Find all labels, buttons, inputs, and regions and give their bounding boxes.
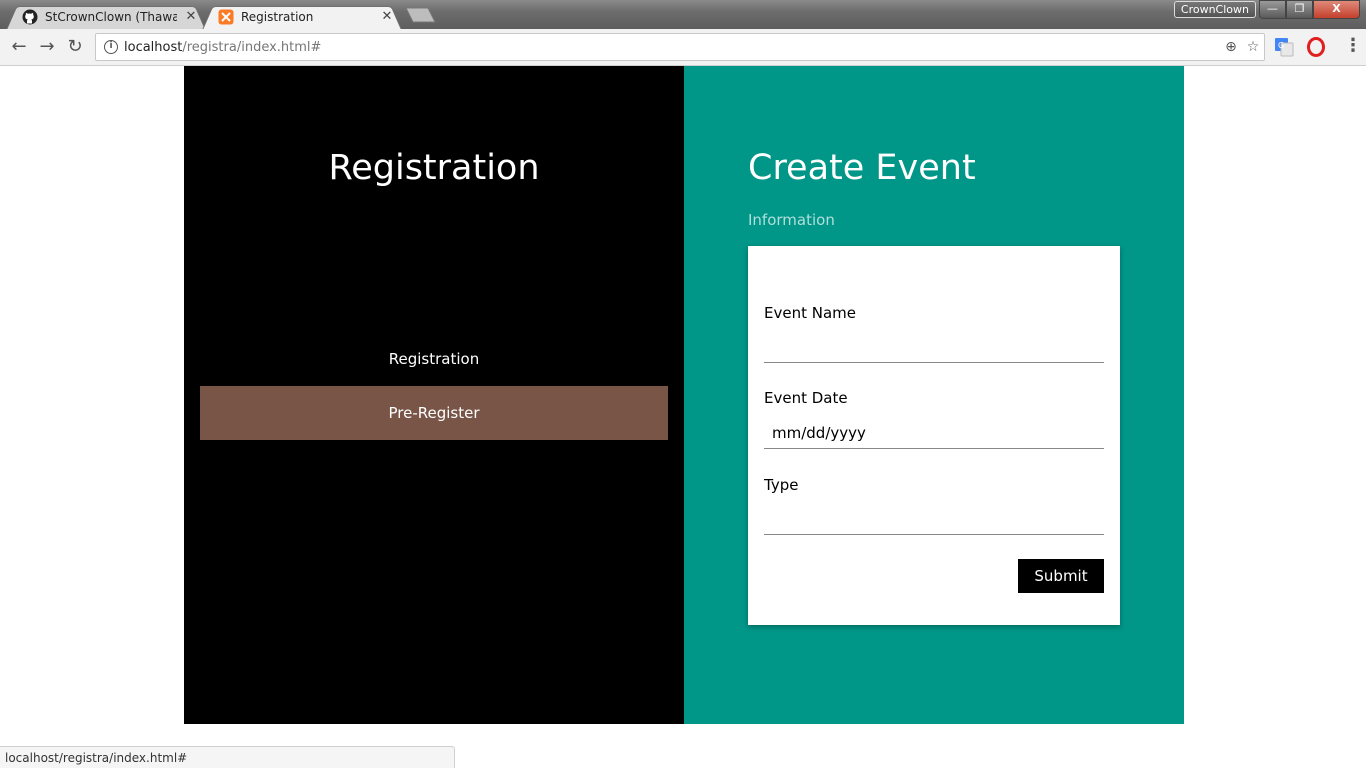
tab-github[interactable]: StCrownClown (Thawatch ✕ xyxy=(6,3,206,31)
type-input[interactable] xyxy=(764,503,1104,535)
form-title: Create Event xyxy=(748,148,976,188)
info-icon[interactable]: i xyxy=(104,40,118,54)
minimize-button[interactable]: — xyxy=(1259,0,1286,19)
opera-vpn-icon[interactable] xyxy=(1306,37,1326,57)
event-date-input[interactable] xyxy=(764,417,1104,449)
browser-menu-icon[interactable]: ⋮ xyxy=(1344,37,1362,57)
url-text[interactable]: localhost/registra/index.html# xyxy=(124,40,1220,55)
menu-item-registration[interactable]: Registration xyxy=(200,332,668,386)
zoom-icon[interactable]: ⊕ xyxy=(1220,39,1242,55)
svg-text:G: G xyxy=(1278,41,1284,50)
address-bar[interactable]: i localhost/registra/index.html# ⊕ ☆ xyxy=(95,33,1265,61)
close-tab-icon[interactable]: ✕ xyxy=(380,9,394,24)
type-label: Type xyxy=(764,476,799,494)
event-form-card: Event Name Event Date Type Submit xyxy=(748,246,1120,625)
browser-titlebar: StCrownClown (Thawatch ✕ Registration ✕ … xyxy=(0,0,1366,31)
tab-title: Registration xyxy=(241,9,314,24)
event-name-label: Event Name xyxy=(764,304,856,322)
page-title: Registration xyxy=(328,148,540,188)
status-bar: localhost/registra/index.html# xyxy=(0,746,455,768)
tab-registration[interactable]: Registration ✕ xyxy=(202,3,402,31)
close-window-button[interactable]: X xyxy=(1313,0,1360,19)
right-panel: Create Event Information Event Name Even… xyxy=(684,66,1184,724)
event-date-label: Event Date xyxy=(764,389,848,407)
browser-toolbar: ← → ↻ i localhost/registra/index.html# ⊕… xyxy=(0,29,1366,66)
reload-icon[interactable]: ↻ xyxy=(65,37,85,57)
left-panel: Registration Registration Pre-Register xyxy=(184,66,684,724)
page-body: Registration Registration Pre-Register C… xyxy=(0,66,1366,768)
bookmark-star-icon[interactable]: ☆ xyxy=(1242,39,1264,55)
tab-title: StCrownClown (Thawatch xyxy=(45,9,177,24)
submit-button[interactable]: Submit xyxy=(1018,559,1104,593)
form-subtitle: Information xyxy=(748,211,835,229)
close-tab-icon[interactable]: ✕ xyxy=(184,9,198,24)
forward-arrow-icon[interactable]: → xyxy=(37,37,57,57)
new-tab-button[interactable] xyxy=(404,7,436,23)
xampp-icon xyxy=(218,9,234,24)
event-name-input[interactable] xyxy=(764,331,1104,363)
google-translate-icon[interactable]: G xyxy=(1274,37,1294,57)
profile-button[interactable]: CrownClown xyxy=(1173,1,1256,18)
maximize-button[interactable]: ❐ xyxy=(1286,0,1313,19)
back-arrow-icon[interactable]: ← xyxy=(9,37,29,57)
menu-item-pre-register[interactable]: Pre-Register xyxy=(200,386,668,440)
github-icon xyxy=(22,9,38,24)
